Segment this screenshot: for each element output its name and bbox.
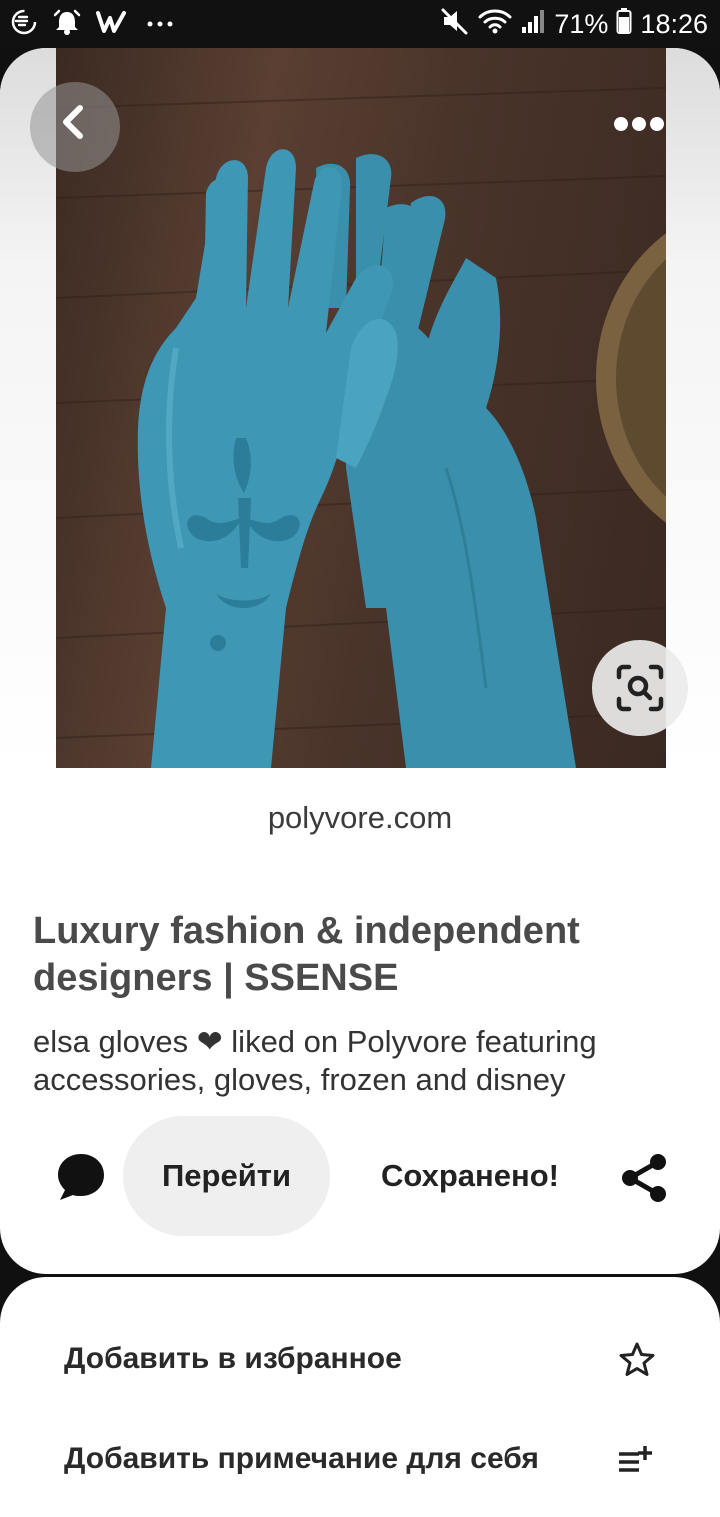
bottom-sheet: Добавить в избранное Добавить примечание… (0, 1277, 720, 1517)
add-note-icon (617, 1440, 657, 1480)
pin-card: polyvore.com Luxury fashion & independen… (0, 48, 720, 1274)
data-saver-icon (10, 8, 38, 41)
source-domain-link[interactable]: polyvore.com (0, 800, 720, 836)
more-horizontal-icon (614, 117, 664, 131)
w-app-icon (96, 10, 126, 39)
pin-description: elsa gloves ❤ liked on Polyvore featurin… (33, 1024, 597, 1097)
back-button[interactable] (44, 94, 104, 154)
add-to-favorites-item[interactable]: Добавить в избранное (0, 1322, 720, 1402)
clock: 18:26 (640, 8, 708, 39)
pin-image[interactable] (56, 48, 666, 768)
comment-bubble-icon (58, 1154, 104, 1200)
status-left-icons (10, 8, 180, 40)
battery-icon (616, 7, 632, 42)
battery-percent: 71% (554, 8, 609, 39)
comment-button[interactable] (54, 1150, 108, 1204)
chevron-left-icon (63, 105, 83, 139)
add-to-favorites-label: Добавить в избранное (64, 1342, 402, 1375)
more-options-button[interactable] (604, 106, 674, 142)
signal-icon (520, 7, 546, 42)
pin-title: Luxury fashion & independent designers |… (33, 910, 580, 999)
visit-button[interactable]: Перейти (123, 1116, 330, 1236)
pin-image-area (0, 48, 720, 768)
gloves-illustration (56, 87, 666, 768)
status-bar: 71% 18:26 (0, 0, 720, 48)
more-notifications-icon (140, 10, 180, 39)
visual-search-button[interactable] (592, 640, 688, 736)
saved-button[interactable]: Сохранено! (370, 1148, 570, 1204)
wifi-icon (478, 7, 512, 42)
alarm-icon (52, 8, 82, 41)
add-note-item[interactable]: Добавить примечание для себя (0, 1422, 720, 1502)
share-button[interactable] (618, 1152, 670, 1204)
mute-icon (440, 7, 470, 42)
share-icon (622, 1154, 666, 1202)
visual-search-icon (616, 664, 664, 712)
add-note-label: Добавить примечание для себя (64, 1442, 539, 1475)
star-icon (617, 1340, 657, 1380)
status-right-icons: 71% 18:26 (440, 6, 708, 42)
